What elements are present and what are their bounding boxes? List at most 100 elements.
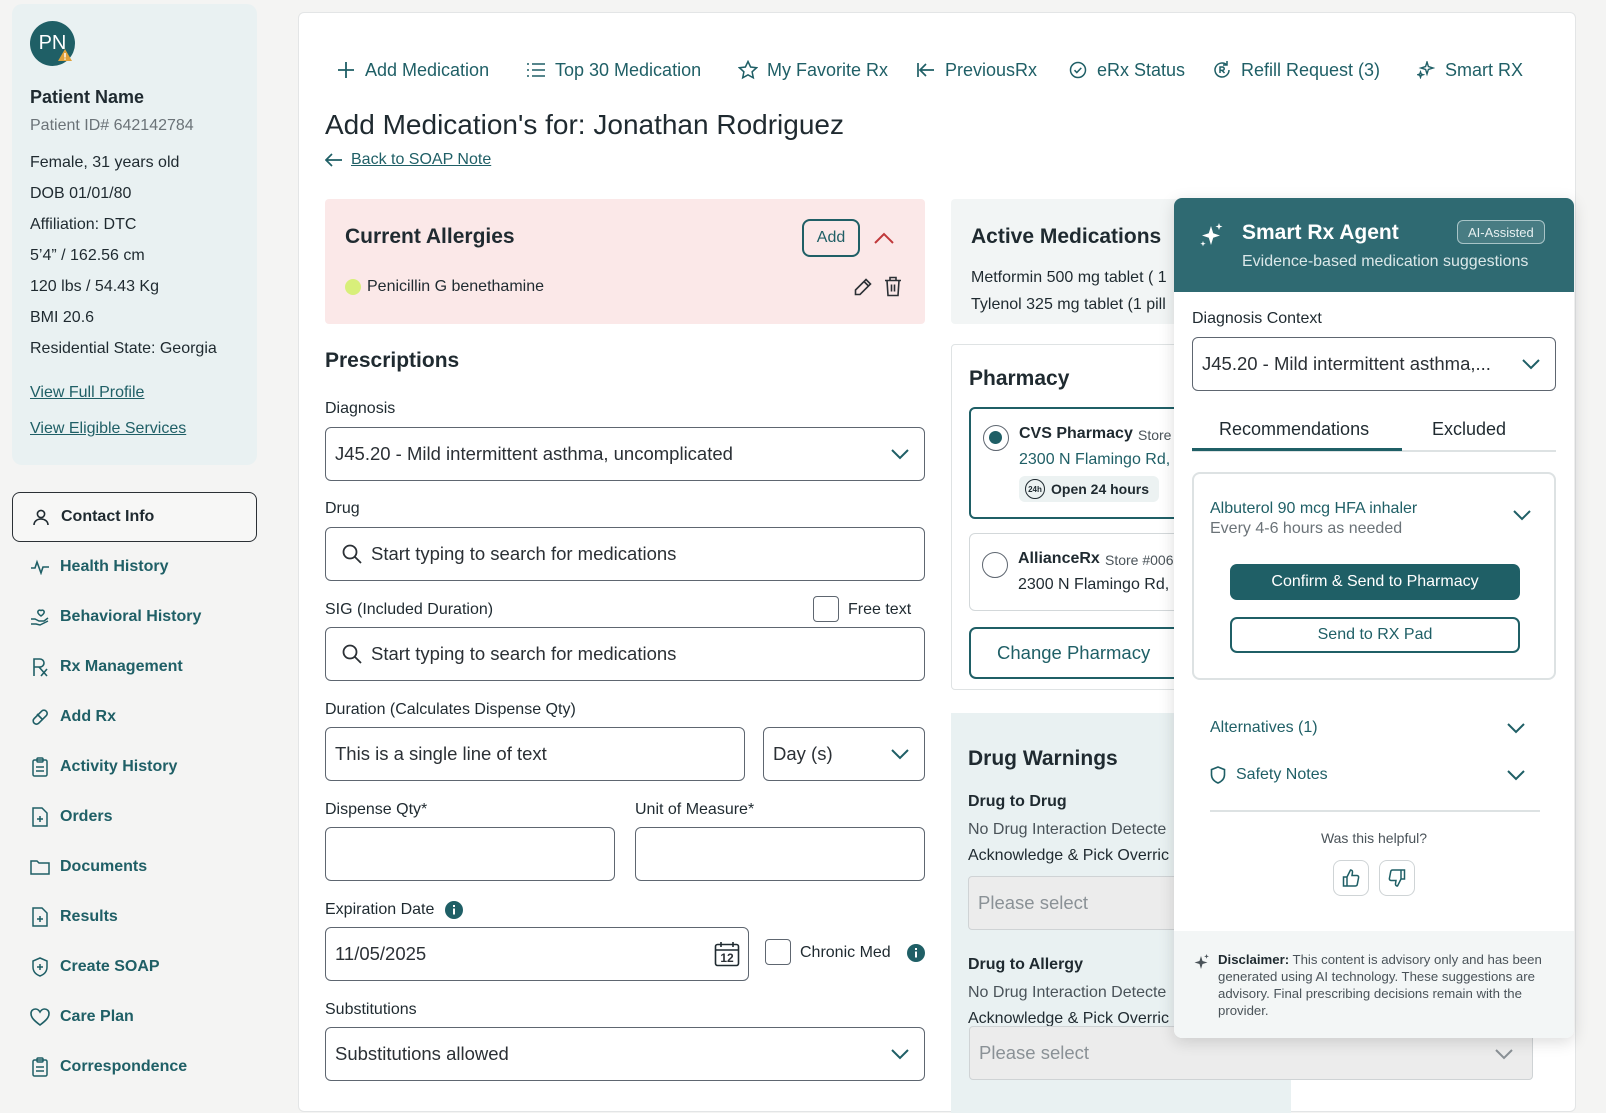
thumbs-up-button[interactable] (1333, 860, 1369, 896)
tab-recommendations[interactable]: Recommendations (1219, 419, 1369, 440)
expiration-date-input[interactable]: 11/05/2025 12 (325, 927, 749, 981)
back-to-soap-link[interactable]: Back to SOAP Note (325, 151, 491, 169)
info-icon[interactable] (445, 901, 463, 919)
diagnosis-select[interactable]: J45.20 - Mild intermittent asthma, uncom… (325, 427, 925, 481)
info-icon[interactable] (907, 944, 925, 962)
clipboard-icon (30, 1057, 50, 1077)
toolbar-smart-rx[interactable]: Smart RX (1415, 57, 1523, 83)
unit-of-measure-input[interactable] (635, 827, 925, 881)
file-plus-icon (30, 807, 50, 827)
chevron-down-icon (1495, 1049, 1513, 1060)
view-full-profile-link[interactable]: View Full Profile (30, 384, 144, 402)
helpful-prompt: Was this helpful? (1320, 830, 1428, 846)
heart-icon (30, 1007, 50, 1027)
pharmacy-radio-selected[interactable] (983, 425, 1009, 451)
trash-icon[interactable] (884, 276, 902, 297)
nav-soap-label: Create SOAP (60, 958, 160, 975)
toolbar-refill-label: Refill Request (3) (1241, 59, 1381, 80)
toolbar-previous[interactable]: PreviousRx (915, 57, 1037, 83)
drug-to-drug-ack: Acknowledge & Pick Overric (968, 847, 1169, 864)
add-allergy-button[interactable]: Add (802, 219, 860, 257)
nav-documents[interactable]: Documents (12, 843, 257, 891)
sparkle-icon (1415, 59, 1437, 81)
smart-rx-header: Smart Rx Agent AI-Assisted Evidence-base… (1174, 198, 1574, 292)
nav-contact-info[interactable]: Contact Info (12, 492, 257, 542)
active-med-item: Metformin 500 mg tablet ( 1 (971, 269, 1167, 286)
nav-results[interactable]: Results (12, 893, 257, 941)
substitutions-select[interactable]: Substitutions allowed (325, 1027, 925, 1081)
calendar-day: 12 (720, 951, 734, 965)
view-eligible-services-link[interactable]: View Eligible Services (30, 420, 186, 438)
sig-search-input[interactable]: Start typing to search for medications (325, 627, 925, 681)
patient-dob: DOB 01/01/80 (30, 185, 132, 202)
pharmacy-address: 2300 N Flamingo Rd, (1019, 451, 1171, 468)
substitutions-value: Substitutions allowed (335, 1043, 509, 1064)
chronic-med-checkbox[interactable] (765, 939, 791, 965)
nav-health-history[interactable]: Health History (12, 543, 257, 591)
toolbar-top30[interactable]: Top 30 Medication (525, 57, 701, 83)
patient-bmi: BMI 20.6 (30, 309, 95, 326)
smart-rx-panel: Smart Rx Agent AI-Assisted Evidence-base… (1174, 198, 1574, 1038)
person-icon (31, 507, 51, 527)
nav-create-soap[interactable]: Create SOAP (12, 943, 257, 991)
send-to-rx-pad-button[interactable]: Send to RX Pad (1230, 617, 1520, 653)
nav-behavioral-history[interactable]: Behavioral History (12, 593, 257, 641)
active-med-item: Tylenol 325 mg tablet (1 pill (971, 296, 1166, 313)
free-text-checkbox[interactable] (813, 596, 839, 622)
check-circle-icon (1067, 59, 1089, 81)
nav-add-rx[interactable]: Add Rx (12, 693, 257, 741)
pharmacy-store: Store (1138, 427, 1172, 443)
nav-correspondence[interactable]: Correspondence (12, 1043, 257, 1091)
duration-unit-select[interactable]: Day (s) (763, 727, 925, 781)
alternatives-accordion[interactable]: Alternatives (1) (1210, 713, 1540, 743)
duration-input[interactable]: This is a single line of text (325, 727, 745, 781)
tab-excluded[interactable]: Excluded (1432, 419, 1506, 440)
confirm-send-pharmacy-button[interactable]: Confirm & Send to Pharmacy (1230, 564, 1520, 600)
patient-id: Patient ID# 642142784 (30, 117, 194, 134)
pharmacy-radio[interactable] (982, 552, 1008, 578)
sig-label: SIG (Included Duration) (325, 601, 494, 618)
patient-card: PN Patient Name Patient ID# 642142784 Fe… (12, 4, 257, 465)
arrow-left-icon (325, 153, 342, 167)
diagnosis-value: J45.20 - Mild intermittent asthma, uncom… (335, 443, 733, 464)
nav-documents-label: Documents (60, 858, 148, 875)
nav-orders[interactable]: Orders (12, 793, 257, 841)
nav-health-label: Health History (60, 558, 169, 575)
drug-to-allergy-select-value: Please select (979, 1042, 1090, 1063)
nav-activity-history[interactable]: Activity History (12, 743, 257, 791)
rx-icon (30, 657, 50, 677)
chevron-down-icon[interactable] (1512, 509, 1532, 521)
ai-assisted-badge: AI-Assisted (1457, 220, 1545, 244)
thumbs-down-icon (1388, 869, 1406, 887)
safety-notes-accordion[interactable]: Safety Notes (1210, 760, 1540, 790)
nav-care-plan[interactable]: Care Plan (12, 993, 257, 1041)
page-title: Add Medication's for: Jonathan Rodriguez (325, 109, 844, 140)
pulse-icon (30, 557, 50, 577)
chevron-up-icon[interactable] (873, 231, 895, 245)
expiration-label: Expiration Date (325, 901, 435, 918)
toolbar-refill-request[interactable]: Refill Request (3) (1211, 57, 1380, 83)
thumbs-down-button[interactable] (1379, 860, 1415, 896)
calendar-icon[interactable]: 12 (714, 941, 740, 967)
nav-correspondence-label: Correspondence (60, 1058, 188, 1075)
diagnosis-context-select[interactable]: J45.20 - Mild intermittent asthma,... (1192, 337, 1556, 391)
chronic-med-label: Chronic Med (800, 944, 891, 961)
toolbar-erx-status[interactable]: eRx Status (1067, 57, 1185, 83)
nav-rx-management[interactable]: Rx Management (12, 643, 257, 691)
recommendation-card: Albuterol 90 mcg HFA inhaler Every 4-6 h… (1192, 472, 1556, 680)
edit-icon[interactable] (853, 277, 873, 297)
shield-icon (1210, 766, 1226, 784)
nav-contact-label: Contact Info (61, 508, 155, 525)
recommendation-frequency: Every 4-6 hours as needed (1210, 520, 1403, 537)
toolbar-add-medication[interactable]: Add Medication (335, 57, 489, 83)
drug-search-input[interactable]: Start typing to search for medications (325, 527, 925, 581)
expiration-value: 11/05/2025 (335, 943, 427, 964)
open-24-badge: 24h Open 24 hours (1019, 476, 1160, 502)
nav-care-label: Care Plan (60, 1008, 134, 1025)
nav-behavioral-label: Behavioral History (60, 608, 202, 625)
substitutions-label: Substitutions (325, 1001, 417, 1018)
dispense-qty-label: Dispense Qty* (325, 801, 428, 818)
dispense-qty-input[interactable] (325, 827, 615, 881)
toolbar-favorite[interactable]: My Favorite Rx (737, 57, 888, 83)
prescriptions-title: Prescriptions (325, 349, 460, 372)
